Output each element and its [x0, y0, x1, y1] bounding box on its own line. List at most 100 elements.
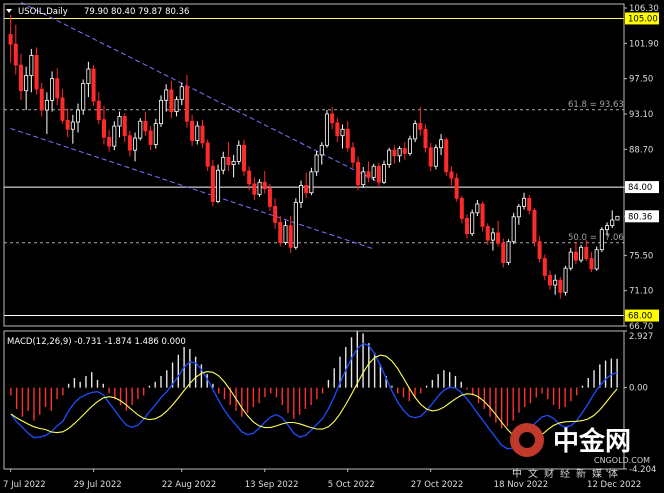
- candle-body: [174, 99, 179, 113]
- candle-body: [252, 183, 257, 195]
- candle-body: [153, 123, 158, 145]
- candle-body: [397, 148, 402, 157]
- axes: 106.30101.9097.5093.1088.7084.0080.3675.…: [3, 3, 659, 490]
- fibo-level-label: 50.0 = 77.06: [568, 233, 624, 243]
- trend-line: [20, 1, 380, 183]
- candle-body: [605, 225, 610, 231]
- candle-body: [200, 125, 205, 144]
- symbol-header[interactable]: USOIL,Daily: [18, 7, 68, 17]
- macd-tick-label: 0.00: [629, 384, 648, 394]
- candle-body: [231, 160, 236, 165]
- date-tick-label: 13 Sep 2022: [245, 480, 299, 490]
- candle-body: [547, 275, 552, 286]
- candle-body: [221, 156, 226, 171]
- macd-label: MACD(12,26,9) -0.731 -1.874 1.486 0.000: [7, 337, 186, 347]
- candle-body: [418, 123, 423, 130]
- price-tick-label: 101.90: [629, 39, 659, 49]
- candle-body: [464, 217, 470, 235]
- date-tick-label: 29 Jul 2022: [74, 480, 122, 490]
- candle-body: [304, 185, 309, 194]
- candle-body: [522, 197, 527, 207]
- candle-body: [433, 147, 438, 167]
- candle-body: [594, 249, 599, 270]
- candle-body: [615, 215, 620, 221]
- candle-body: [18, 64, 23, 92]
- candle-body: [158, 99, 164, 125]
- candle-body: [50, 78, 55, 101]
- candle-body: [107, 136, 112, 147]
- candle-body: [599, 229, 604, 251]
- candle-body: [127, 135, 132, 151]
- candle-body: [402, 148, 407, 154]
- candle-body: [480, 203, 485, 227]
- price-tick-label: 93.10: [629, 110, 653, 120]
- candle-body: [361, 171, 366, 186]
- candle-body: [8, 34, 13, 45]
- price-highlight-label: 68.00: [628, 312, 652, 322]
- candle-body: [278, 222, 283, 243]
- candle-body: [330, 113, 335, 124]
- candle-body: [309, 171, 314, 194]
- candle-body: [226, 156, 231, 165]
- candle-body: [65, 120, 70, 130]
- candle-body: [133, 137, 138, 151]
- date-tick-label: 5 Oct 2022: [328, 480, 375, 490]
- candle-body: [91, 68, 96, 102]
- candle-body: [537, 241, 542, 259]
- price-tick-label: 88.70: [629, 145, 653, 155]
- macd-tick-label: -4.204: [629, 465, 656, 475]
- candle-body: [60, 97, 65, 121]
- candle-body: [584, 246, 589, 259]
- candle-body: [34, 54, 39, 90]
- candle-body: [13, 43, 18, 66]
- overlay: USOIL,Daily 79.90 80.40 79.87 80.36 MACD…: [7, 7, 189, 347]
- candle-body: [490, 232, 495, 241]
- candle-body: [506, 241, 511, 263]
- candle-body: [86, 68, 91, 84]
- candle-body: [589, 258, 594, 270]
- candle-body: [262, 181, 267, 190]
- candle-body: [376, 165, 381, 183]
- candle-body: [101, 119, 106, 138]
- candle-body: [117, 116, 122, 127]
- candle-body: [210, 165, 215, 202]
- candle-body: [335, 122, 340, 137]
- candle-body: [44, 99, 49, 111]
- candle-body: [573, 251, 578, 261]
- candle-body: [470, 212, 475, 235]
- price-highlight-label: 105.00: [628, 14, 658, 24]
- date-tick-label: 27 Oct 2022: [411, 480, 464, 490]
- candle-body: [407, 138, 412, 154]
- candle-body: [122, 116, 127, 137]
- trend-line: [10, 127, 374, 250]
- date-tick-label: 7 Jul 2022: [3, 480, 46, 490]
- candle-body: [257, 181, 262, 195]
- candle-body: [366, 171, 371, 178]
- candle-body: [475, 203, 480, 214]
- price-tick-label: 97.50: [629, 75, 653, 85]
- candle-body: [558, 279, 563, 293]
- candle-body: [76, 109, 81, 123]
- candle-body: [29, 54, 34, 76]
- candle-body: [496, 232, 501, 244]
- candle-body: [392, 149, 397, 157]
- candle-body: [423, 128, 428, 149]
- candle-body: [288, 225, 293, 248]
- candle-body: [39, 88, 44, 111]
- candle-body: [236, 144, 241, 162]
- candle-body: [350, 147, 355, 163]
- ohlc-readout: 79.90 80.40 79.87 80.36: [84, 7, 189, 17]
- candle-body: [563, 267, 568, 293]
- candle-body: [340, 128, 345, 137]
- candle-body: [314, 154, 319, 173]
- candle-body: [195, 125, 200, 141]
- candle-body: [485, 226, 490, 241]
- candle-body: [371, 165, 376, 178]
- fibo-level-label: 61.8 = 93.63: [568, 100, 624, 110]
- price-panel: 61.8 = 93.63 50.0 = 77.06: [4, 1, 624, 317]
- watermark-tagline: 中文财经新媒体: [512, 467, 624, 480]
- chart-canvas: 61.8 = 93.6350.0 = 77.06 106.30101.9097.…: [3, 1, 659, 490]
- candle-body: [568, 251, 573, 269]
- candle-body: [273, 205, 278, 223]
- candle-body: [387, 149, 392, 165]
